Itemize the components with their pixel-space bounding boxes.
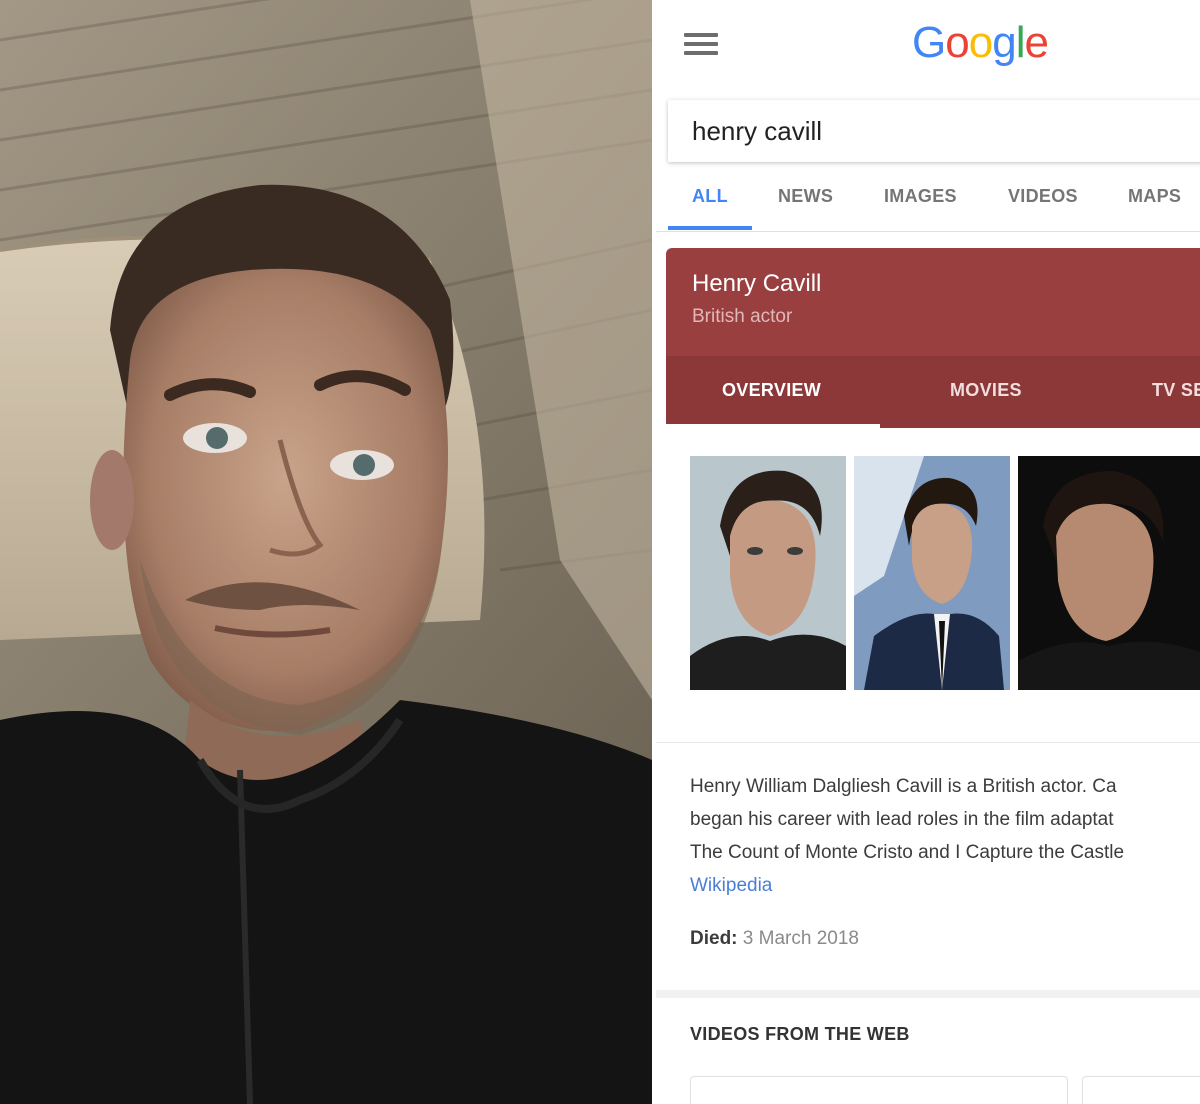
search-box[interactable] (668, 100, 1200, 162)
search-input[interactable] (690, 112, 1174, 150)
active-tab-indicator (668, 226, 752, 230)
description-line: Henry William Dalgliesh Cavill is a Brit… (690, 776, 1117, 797)
video-card[interactable] (1082, 1076, 1200, 1104)
google-search-screen: Google ALL NEWS IMAGES VIDEOS MAPS Henry… (656, 0, 1200, 1104)
tab-images[interactable]: IMAGES (884, 186, 957, 207)
tabs-divider (656, 231, 1200, 232)
died-fact: Died: 3 March 2018 (690, 928, 859, 950)
section-divider (656, 742, 1200, 743)
google-logo[interactable]: Google (912, 18, 1049, 68)
description: Henry William Dalgliesh Cavill is a Brit… (690, 770, 1200, 902)
died-label: Died: (690, 928, 738, 949)
videos-heading: VIDEOS FROM THE WEB (690, 1024, 910, 1044)
knowledge-panel-subtitle: British actor (692, 306, 793, 327)
selfie-photo (0, 0, 652, 1104)
actor-photo-2 (854, 456, 1010, 690)
search-tabs: ALL NEWS IMAGES VIDEOS MAPS (656, 172, 1200, 232)
video-card[interactable] (690, 1076, 1068, 1104)
section-divider (656, 990, 1200, 998)
actor-photo-1 (690, 456, 846, 690)
actor-photo-thumbnail[interactable] (1018, 456, 1200, 690)
description-line: began his career with lead roles in the … (690, 809, 1114, 830)
kp-tab-overview[interactable]: OVERVIEW (722, 380, 821, 401)
hamburger-menu-icon[interactable] (684, 33, 718, 57)
description-line: The Count of Monte Cristo and I Capture … (690, 842, 1125, 863)
tab-videos[interactable]: VIDEOS (1008, 186, 1078, 207)
knowledge-panel-tabs: OVERVIEW MOVIES TV SE (666, 356, 1200, 428)
tab-maps[interactable]: MAPS (1128, 186, 1181, 207)
kp-tab-movies[interactable]: MOVIES (950, 380, 1022, 401)
knowledge-panel-header: Henry Cavill British actor OVERVIEW MOVI… (666, 248, 1200, 428)
kp-active-tab-indicator (666, 424, 880, 428)
tab-news[interactable]: NEWS (778, 186, 833, 207)
top-bar: Google (656, 0, 1200, 92)
kp-tab-tv-series[interactable]: TV SE (1152, 380, 1200, 401)
wikipedia-link[interactable]: Wikipedia (690, 869, 1200, 902)
selfie-illustration (0, 0, 652, 1104)
knowledge-panel-title: Henry Cavill (692, 270, 822, 297)
actor-photo-thumbnail[interactable] (854, 456, 1010, 690)
actor-photo-thumbnail[interactable] (690, 456, 846, 690)
tab-all[interactable]: ALL (692, 186, 728, 207)
image-strip (690, 456, 1200, 690)
died-value: 3 March 2018 (742, 928, 859, 949)
actor-photo-3 (1018, 456, 1200, 690)
